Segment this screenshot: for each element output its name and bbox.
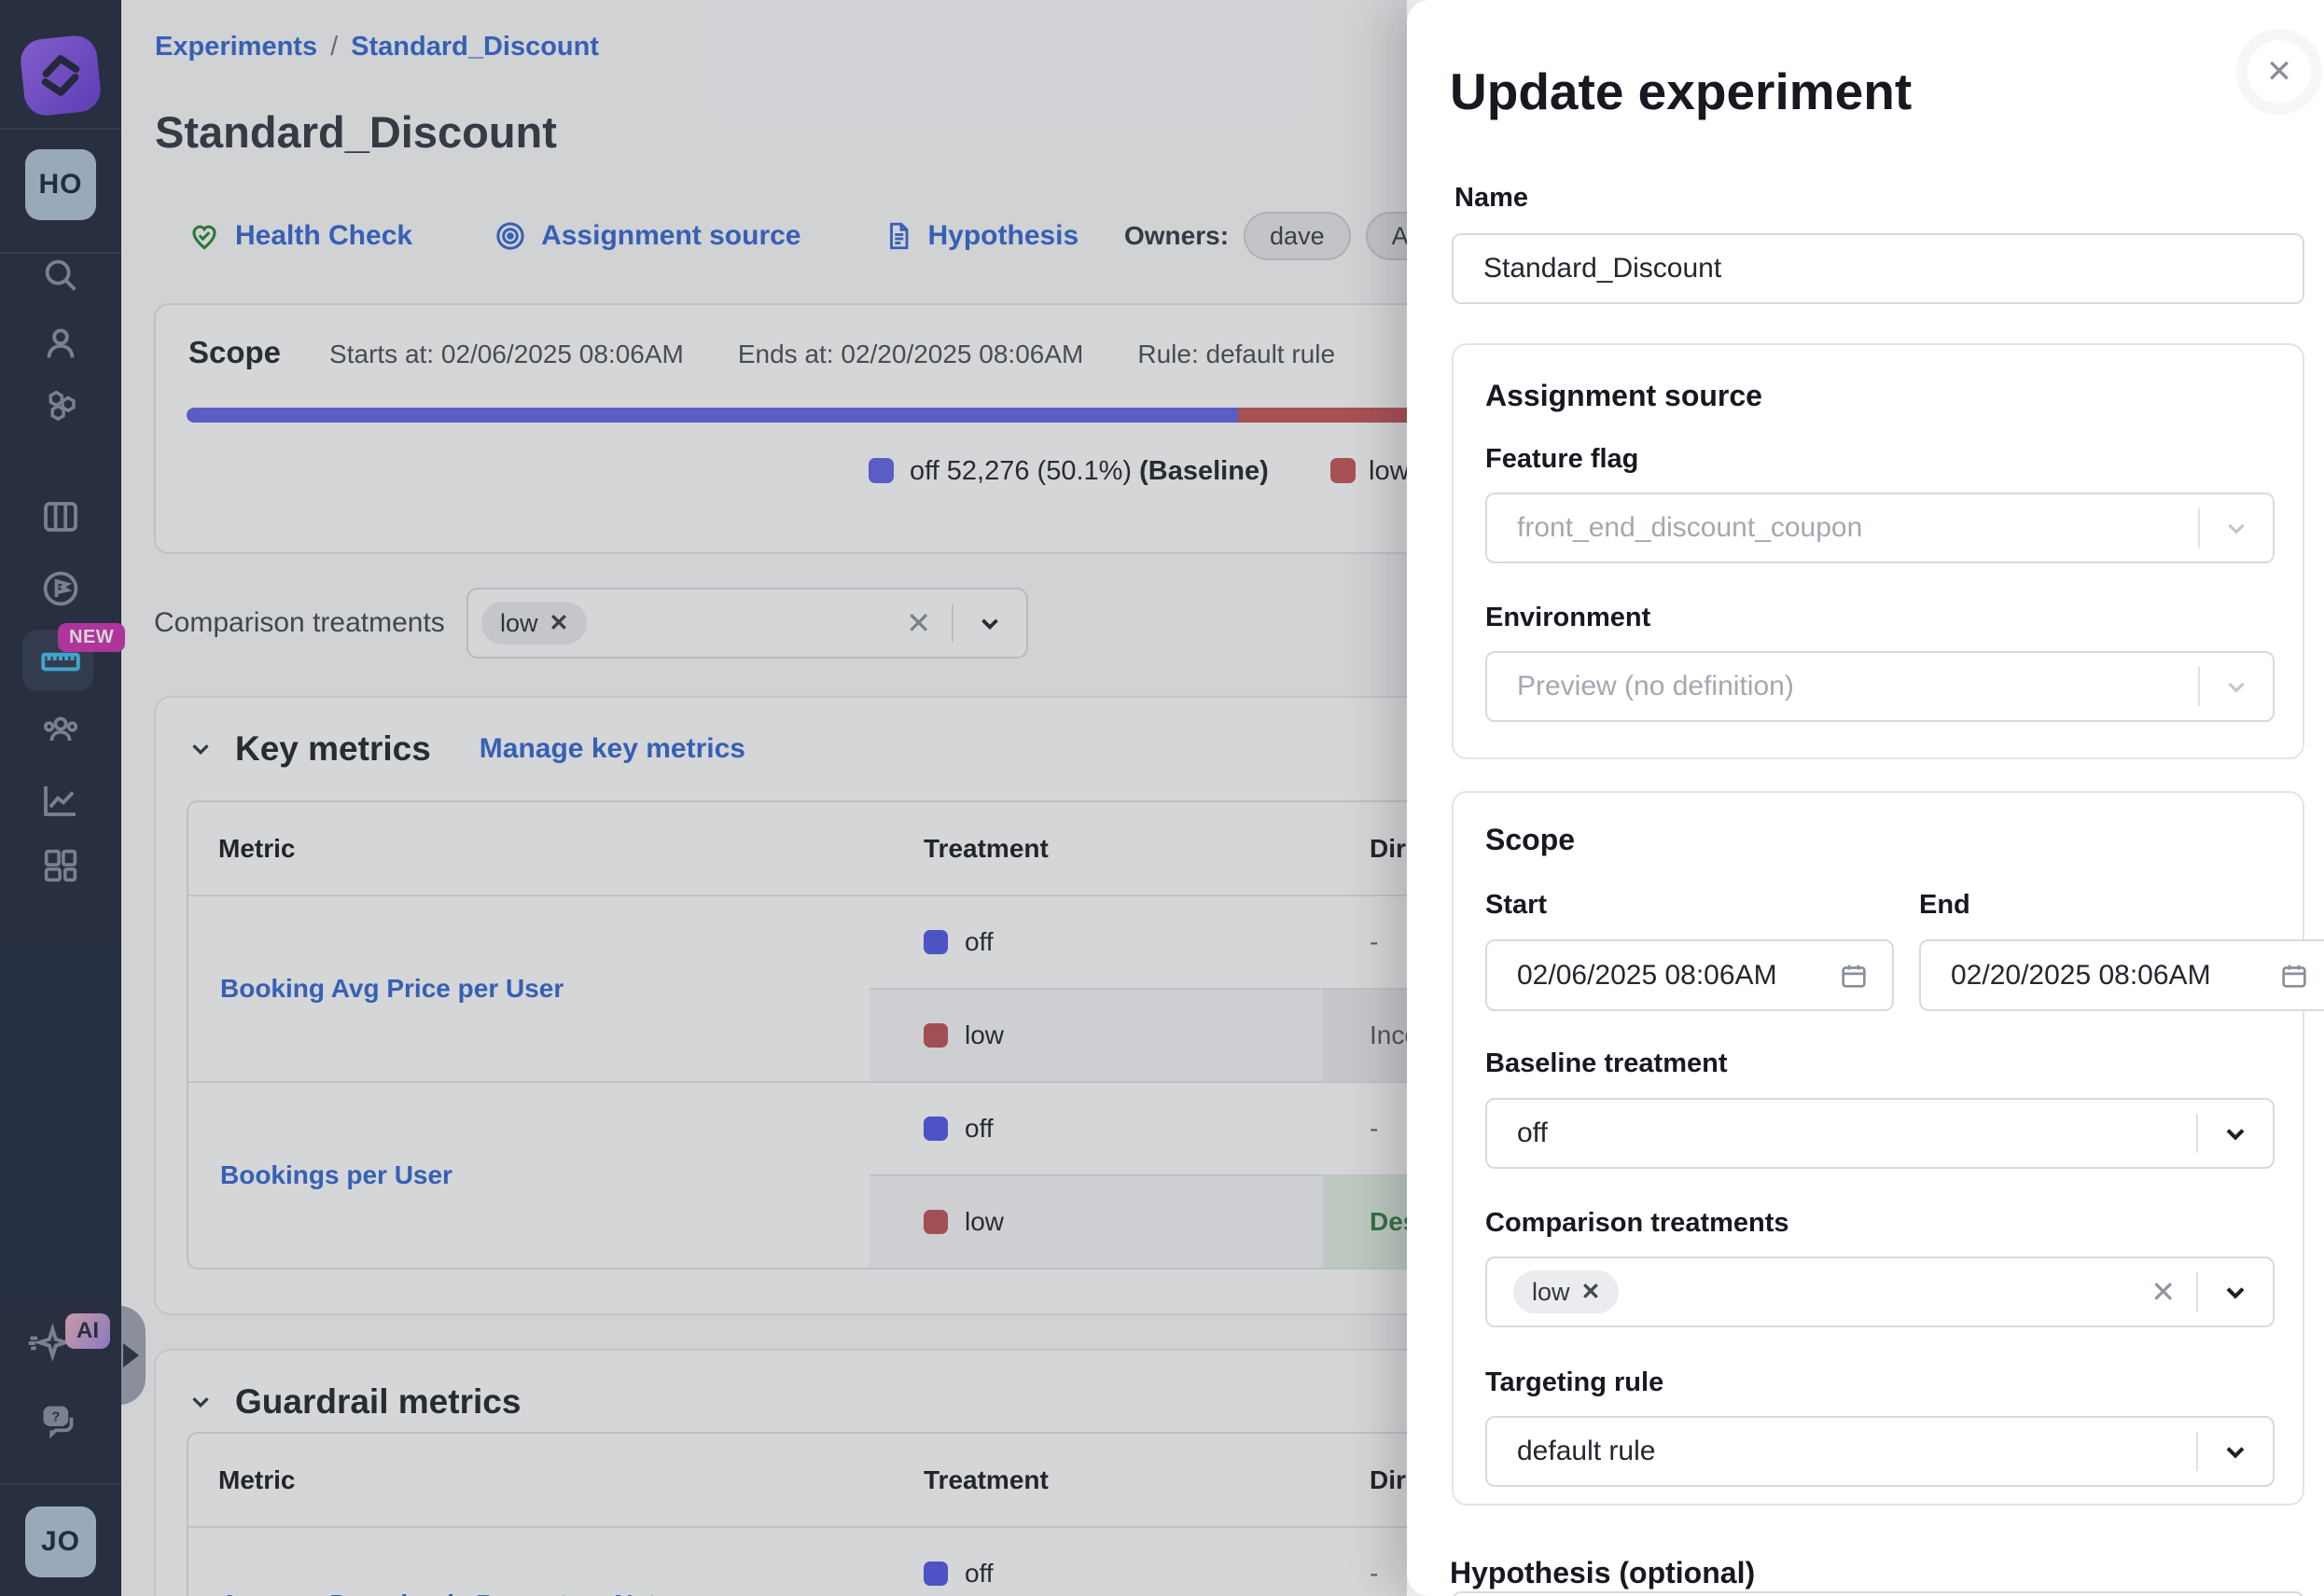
feature-flag-label: Feature flag — [1485, 444, 1638, 475]
baseline-treatment-value: off — [1487, 1117, 1548, 1149]
comparison-treatments-select[interactable]: low ✕ ✕ — [1485, 1256, 2275, 1327]
start-date-input[interactable]: 02/06/2025 08:06AM — [1485, 939, 1894, 1011]
assignment-source-card: Assignment source Feature flag front_end… — [1452, 343, 2304, 759]
close-button[interactable]: ✕ — [2236, 29, 2322, 115]
name-label: Name — [1454, 183, 1528, 214]
baseline-treatment-label: Baseline treatment — [1485, 1048, 1728, 1079]
scope-heading: Scope — [1485, 823, 1575, 857]
chip-remove-icon[interactable]: ✕ — [1581, 1278, 1601, 1306]
targeting-rule-select[interactable]: default rule — [1485, 1416, 2275, 1487]
calendar-icon[interactable] — [2278, 960, 2310, 992]
environment-select[interactable]: Preview (no definition) — [1485, 651, 2275, 722]
end-label: End — [1919, 890, 1970, 921]
environment-label: Environment — [1485, 603, 1650, 633]
targeting-rule-value: default rule — [1487, 1436, 1655, 1467]
modal-overlay[interactable] — [0, 0, 1407, 1596]
name-input[interactable]: Standard_Discount — [1452, 233, 2304, 304]
chevron-down-icon[interactable] — [2220, 1436, 2250, 1466]
clear-icon[interactable]: ✕ — [2150, 1274, 2176, 1310]
close-icon: ✕ — [2266, 53, 2293, 90]
treatment-chip-label: low — [1532, 1278, 1570, 1307]
targeting-rule-label: Targeting rule — [1485, 1367, 1663, 1398]
app: HO NEW — [0, 0, 2324, 1596]
treatment-chip: low ✕ — [1513, 1270, 1619, 1313]
hypothesis-textarea[interactable] — [1452, 1591, 2304, 1596]
baseline-treatment-select[interactable]: off — [1485, 1098, 2275, 1169]
environment-value: Preview (no definition) — [1487, 671, 1794, 702]
chevron-down-icon — [2222, 673, 2250, 701]
end-date-input[interactable]: 02/20/2025 08:06AM — [1919, 939, 2324, 1011]
assignment-source-heading: Assignment source — [1485, 379, 1762, 413]
feature-flag-select[interactable]: front_end_discount_coupon — [1485, 493, 2275, 563]
scope-card: Scope Start End 02/06/2025 08:06AM 02/20… — [1452, 791, 2304, 1506]
panel-title: Update experiment — [1450, 62, 1912, 121]
name-value: Standard_Discount — [1483, 253, 1721, 285]
comparison-treatments-label: Comparison treatments — [1485, 1208, 1789, 1239]
update-experiment-panel: ✕ Update experiment Name Standard_Discou… — [1407, 0, 2324, 1596]
start-label: Start — [1485, 890, 1547, 921]
feature-flag-value: front_end_discount_coupon — [1487, 512, 1862, 544]
hypothesis-optional-label: Hypothesis (optional) — [1450, 1556, 1755, 1590]
end-date-value: 02/20/2025 08:06AM — [1951, 960, 2211, 992]
start-date-value: 02/06/2025 08:06AM — [1517, 960, 1777, 992]
chevron-down-icon[interactable] — [2220, 1118, 2250, 1148]
chevron-down-icon[interactable] — [2220, 1277, 2250, 1307]
calendar-icon[interactable] — [1838, 960, 1870, 992]
chevron-down-icon — [2222, 514, 2250, 542]
